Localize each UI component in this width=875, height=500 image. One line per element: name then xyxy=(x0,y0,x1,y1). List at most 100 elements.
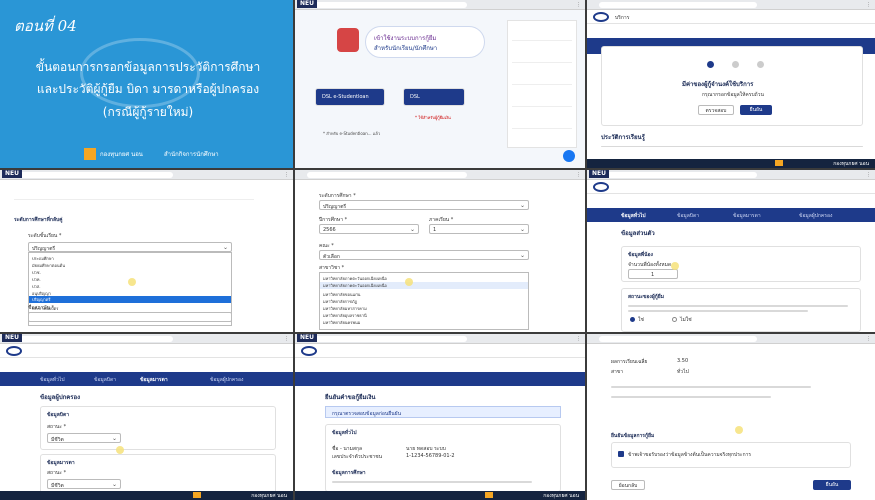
dropdown-option[interactable]: มหาวิทยาลัยขอนแก่น xyxy=(323,291,360,298)
dropdown-option[interactable]: มหาวิทยาลัยนครพนม xyxy=(323,319,360,326)
row1-label: ผลการเรียนเฉลี่ย xyxy=(611,359,648,365)
text-line xyxy=(628,305,848,307)
row1-value: 3.50 xyxy=(677,358,689,364)
radio-no[interactable] xyxy=(672,317,677,322)
dropdown-option[interactable]: ปวส. xyxy=(32,283,41,290)
divider xyxy=(585,0,587,500)
level-select[interactable]: ปริญญาตรี ⌄ xyxy=(28,242,232,252)
cursor-highlight xyxy=(735,426,743,434)
year-label: ปีการศึกษา * xyxy=(319,217,348,223)
tab-mother[interactable]: ข้อมูลมารดา xyxy=(733,212,761,220)
dsl-card-left-label: DSL e-Studentloan xyxy=(322,94,369,100)
title-card-panel: ตอนที่ 04 ขั้นตอนการกรอกข้อมูลการประวัติ… xyxy=(0,0,293,168)
dropdown-option[interactable]: มหาวิทยาลัยมหาสารคาม xyxy=(323,305,367,312)
logo-icon xyxy=(6,346,22,356)
radio-yes[interactable] xyxy=(630,317,635,322)
submit-button[interactable]: ยืนยัน xyxy=(813,480,851,490)
tab-guardian[interactable]: ข้อมูลผู้ปกครอง xyxy=(799,212,832,220)
sibling-stepper[interactable]: 1 xyxy=(628,269,678,279)
neu-label: NEU xyxy=(297,334,317,342)
fund-logo-bar: กองทุนกยศ นอน สำนักกิจการนักศึกษา xyxy=(84,146,234,162)
side-item[interactable] xyxy=(512,27,572,41)
consent-box: ข้าพเจ้าขอรับรองว่าข้อมูลข้างต้นเป็นความ… xyxy=(611,442,851,468)
tab-general[interactable]: ข้อมูลทั่วไป xyxy=(40,376,65,384)
consent-checkbox[interactable] xyxy=(618,451,624,457)
check-button[interactable]: ตรวจสอบ xyxy=(698,105,734,115)
edu-label: ระดับการศึกษา * xyxy=(319,193,356,199)
dsl-card-left[interactable]: DSL e-Studentloan xyxy=(315,88,385,106)
service-panel: ⋮ บริการ มีค่าของผู้กู้จำนงค์ใช้บริการ ก… xyxy=(587,0,875,168)
faculty-select[interactable]: ตัวเลือก ⌄ xyxy=(319,250,529,260)
term-label: ภาคเรียน * xyxy=(429,217,454,223)
banner-line2: สำหรับนักเรียน/นักศึกษา xyxy=(374,45,438,52)
consent-section: ยืนยันข้อมูลการกู้ยืม xyxy=(611,433,655,439)
term-select[interactable]: 1 ⌄ xyxy=(429,224,529,234)
dropdown-option[interactable]: มหาวิทยาลัยราชภัฏ xyxy=(323,298,357,305)
dropdown-option[interactable]: มหาวิทยาลัยภาคตะวันออกเฉียงเหนือ xyxy=(323,275,387,282)
neu-label: NEU xyxy=(297,0,317,8)
chevron-down-icon: ⌄ xyxy=(519,202,525,209)
education-section: ระดับการศึกษาที่กลับคู่ xyxy=(14,217,63,223)
father-box: ข้อมูลบิดา สถานะ * มีชีวิต ⌄ xyxy=(40,406,276,450)
father-status-select[interactable]: มีชีวิต ⌄ xyxy=(47,433,121,443)
dropdown-option[interactable]: ปวช. xyxy=(32,269,41,276)
tab-father[interactable]: ข้อมูลบิดา xyxy=(94,376,116,384)
guardian-panel: ⋮ NEU ข้อมูลทั่วไป ข้อมูลบิดา ข้อมูลมารด… xyxy=(0,334,293,500)
logo-icon xyxy=(301,346,317,356)
side-item[interactable] xyxy=(512,49,572,63)
dropdown-option-selected[interactable]: มหาวิทยาลัยภาคตะวันออกเฉียงเหนือ xyxy=(320,282,528,289)
table-line xyxy=(601,146,863,147)
dsl-card-right[interactable]: DSL xyxy=(403,88,465,106)
banner-line1: เข้าใช้งานระบบการกู้ยืม xyxy=(374,35,437,42)
nav-item[interactable]: บริการ xyxy=(615,14,629,22)
dropdown-option[interactable]: มหาวิทยาลัยอุบลราชธานี xyxy=(323,312,367,319)
text-line xyxy=(611,396,771,398)
dropdown-option-selected[interactable]: ปริญญาตรี xyxy=(29,296,231,303)
text-line xyxy=(611,386,811,388)
status-box: สถานะของผู้กู้ยืม ใช่ ไม่ใช่ xyxy=(621,288,861,332)
year-select[interactable]: 2566 ⌄ xyxy=(319,224,419,234)
tabs-bar: ข้อมูลทั่วไป ข้อมูลบิดา ข้อมูลมารดา ข้อม… xyxy=(587,208,875,222)
row2-label: สาขา xyxy=(611,369,624,375)
section-title: ประวัติการเรียนรู้ xyxy=(601,134,645,141)
cursor-highlight xyxy=(116,446,124,454)
back-button[interactable]: ย้อนกลับ xyxy=(611,480,645,490)
service-sub: กรุณากรอกข้อมูลให้ครบถ้วน xyxy=(702,92,764,98)
mother-status-select[interactable]: มีชีวิต ⌄ xyxy=(47,479,121,489)
footer: กองทุนกยศ นอน xyxy=(587,159,875,168)
top-nav xyxy=(0,344,293,358)
edu-select[interactable]: ปริญญาตรี ⌄ xyxy=(319,200,529,210)
radio-no-label: ไม่ใช่ xyxy=(680,317,692,323)
side-list xyxy=(507,20,577,148)
episode-label: ตอนที่ 04 xyxy=(14,17,77,35)
student-icon xyxy=(337,28,359,52)
dropdown-option[interactable]: ประถมศึกษา xyxy=(32,255,54,262)
sibling-label: จำนวนพี่น้องทั้งหมด xyxy=(628,262,672,268)
side-item[interactable] xyxy=(512,71,572,85)
heading-line2: และประวัติผู้กู้ยืม บิดา มารดาหรือผู้ปกค… xyxy=(36,82,260,96)
status-title: สถานะของผู้กู้ยืม xyxy=(628,294,665,300)
institution-select[interactable] xyxy=(28,312,232,322)
top-nav xyxy=(587,180,875,194)
personal-panel: ⋮ NEU ข้อมูลทั่วไป ข้อมูลบิดา ข้อมูลมารด… xyxy=(587,170,875,332)
side-item[interactable] xyxy=(512,93,572,107)
row2-label: เลขประจำตัวประชาชน xyxy=(332,454,383,460)
cursor-highlight xyxy=(128,278,136,286)
level-label: ระดับชั้นเรียน * xyxy=(28,233,62,239)
major-dropdown-list: มหาวิทยาลัยภาคตะวันออกเฉียงเหนือ มหาวิทย… xyxy=(319,272,529,330)
side-item[interactable] xyxy=(512,115,572,129)
father-status-label: สถานะ * xyxy=(47,424,67,430)
chevron-down-icon: ⌄ xyxy=(111,435,117,442)
tab-guardian[interactable]: ข้อมูลผู้ปกครอง xyxy=(210,376,243,384)
dropdown-option[interactable]: มัธยมศึกษาตอนต้น xyxy=(32,262,65,269)
browser-chrome: ⋮ xyxy=(295,0,585,10)
summary-box: ข้อมูลทั่วไป ชื่อ - นามสกุล นาย ทดสอบ ระ… xyxy=(325,424,561,492)
tab-father[interactable]: ข้อมูลบิดา xyxy=(677,212,699,220)
dropdown-option[interactable]: ปวท. xyxy=(32,276,41,283)
tab-mother[interactable]: ข้อมูลมารดา xyxy=(140,376,168,384)
row1-label: ชื่อ - นามสกุล xyxy=(332,446,363,452)
confirm-button[interactable]: ยืนยัน xyxy=(740,105,772,115)
tab-general[interactable]: ข้อมูลทั่วไป xyxy=(621,212,646,220)
page-title: ข้อมูลผู้ปกครอง xyxy=(40,394,81,401)
chat-icon[interactable] xyxy=(563,150,575,162)
